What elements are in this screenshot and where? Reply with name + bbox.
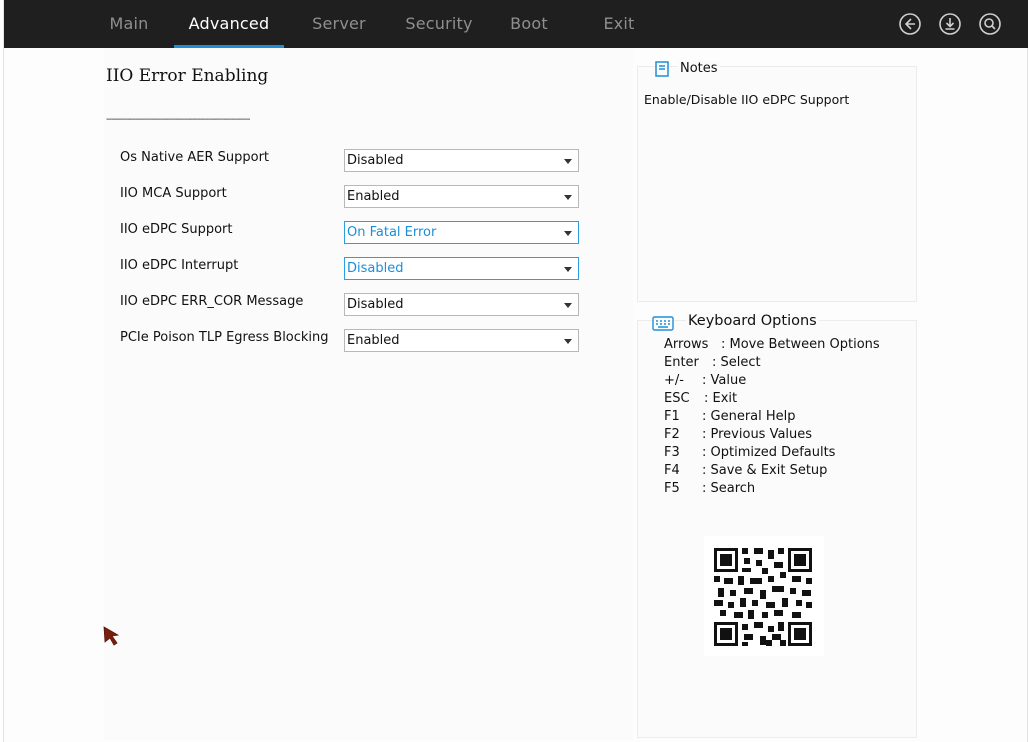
qr-code-icon	[704, 536, 824, 656]
iio-edpc-err-cor-select[interactable]: Disabled	[344, 293, 579, 316]
select-value: Enabled	[347, 333, 400, 348]
tab-security[interactable]: Security	[394, 0, 484, 48]
chevron-down-icon	[564, 339, 572, 344]
bios-window: Main Advanced Server Security Boot Exit …	[3, 0, 1028, 742]
setting-label: PCIe Poison TLP Egress Blocking	[120, 330, 329, 345]
mouse-cursor-icon	[103, 626, 120, 646]
keyboard-options-panel: Keyboard Options Arrows : Move Between Op…	[637, 313, 917, 738]
setting-label: IIO eDPC Interrupt	[120, 258, 239, 273]
key-description: : Value	[702, 373, 747, 388]
notes-text: Enable/Disable IIO eDPC Support	[644, 92, 850, 107]
tab-boot[interactable]: Boot	[504, 0, 554, 48]
setting-label: IIO MCA Support	[120, 186, 227, 201]
key-name: F2	[664, 427, 680, 442]
key-name: Arrows	[664, 337, 709, 352]
tab-main[interactable]: Main	[104, 0, 154, 48]
key-name: F5	[664, 481, 680, 496]
key-hint: F4 : Save & Exit Setup	[664, 463, 827, 478]
select-value: Disabled	[347, 297, 404, 312]
search-icon[interactable]	[978, 12, 1002, 36]
setting-label: Os Native AER Support	[120, 150, 270, 165]
iio-edpc-support-select[interactable]: On Fatal Error	[344, 221, 579, 244]
setting-label: IIO eDPC ERR_COR Message	[120, 294, 304, 309]
settings-panel: IIO Error Enabling ---------------------…	[104, 48, 633, 740]
select-value: Enabled	[347, 189, 400, 204]
top-navigation-bar: Main Advanced Server Security Boot Exit	[4, 0, 1028, 48]
notes-title: Notes	[678, 61, 720, 76]
tab-advanced[interactable]: Advanced	[174, 0, 284, 48]
chevron-down-icon	[564, 303, 572, 308]
tab-server[interactable]: Server	[304, 0, 374, 48]
key-name: F3	[664, 445, 680, 460]
key-name: F4	[664, 463, 680, 478]
tab-exit[interactable]: Exit	[599, 0, 639, 48]
key-name: F1	[664, 409, 680, 424]
keyboard-icon	[652, 316, 674, 331]
key-description: : Exit	[704, 391, 738, 406]
key-name: +/-	[664, 373, 684, 388]
download-icon[interactable]	[938, 12, 962, 36]
notes-panel: Notes Enable/Disable IIO eDPC Support	[637, 61, 917, 302]
key-description: : Select	[712, 355, 761, 370]
select-value: Disabled	[347, 261, 404, 276]
iio-mca-select[interactable]: Enabled	[344, 185, 579, 208]
select-value: On Fatal Error	[347, 225, 437, 240]
key-hint: ESC : Exit	[664, 391, 737, 406]
key-name: Enter	[664, 355, 699, 370]
keyboard-options-title: Keyboard Options	[686, 313, 819, 329]
select-value: Disabled	[347, 153, 404, 168]
back-icon[interactable]	[898, 12, 922, 36]
key-description: : Optimized Defaults	[702, 445, 836, 460]
pcie-poison-tlp-select[interactable]: Enabled	[344, 329, 579, 352]
chevron-down-icon	[564, 159, 572, 164]
key-hint: +/- : Value	[664, 373, 746, 388]
key-hint: F2 : Previous Values	[664, 427, 812, 442]
chevron-down-icon	[564, 231, 572, 236]
key-description: : Move Between Options	[721, 337, 880, 352]
key-description: : Previous Values	[702, 427, 813, 442]
setting-label: IIO eDPC Support	[120, 222, 233, 237]
key-hint: Enter : Select	[664, 355, 761, 370]
iio-edpc-interrupt-select[interactable]: Disabled	[344, 257, 579, 280]
key-name: ESC	[664, 391, 690, 406]
page-title: IIO Error Enabling	[106, 66, 269, 86]
key-description: : Search	[702, 481, 756, 496]
key-hint: F1 : General Help	[664, 409, 796, 424]
title-divider: ----------------------------------------…	[106, 114, 250, 125]
chevron-down-icon	[564, 195, 572, 200]
key-hint: Arrows : Move Between Options	[664, 337, 880, 352]
chevron-down-icon	[564, 267, 572, 272]
key-description: : General Help	[702, 409, 796, 424]
key-hint: F3 : Optimized Defaults	[664, 445, 835, 460]
os-native-aer-select[interactable]: Disabled	[344, 149, 579, 172]
notes-icon	[655, 61, 669, 77]
key-hint: F5 : Search	[664, 481, 755, 496]
key-description: : Save & Exit Setup	[702, 463, 828, 478]
